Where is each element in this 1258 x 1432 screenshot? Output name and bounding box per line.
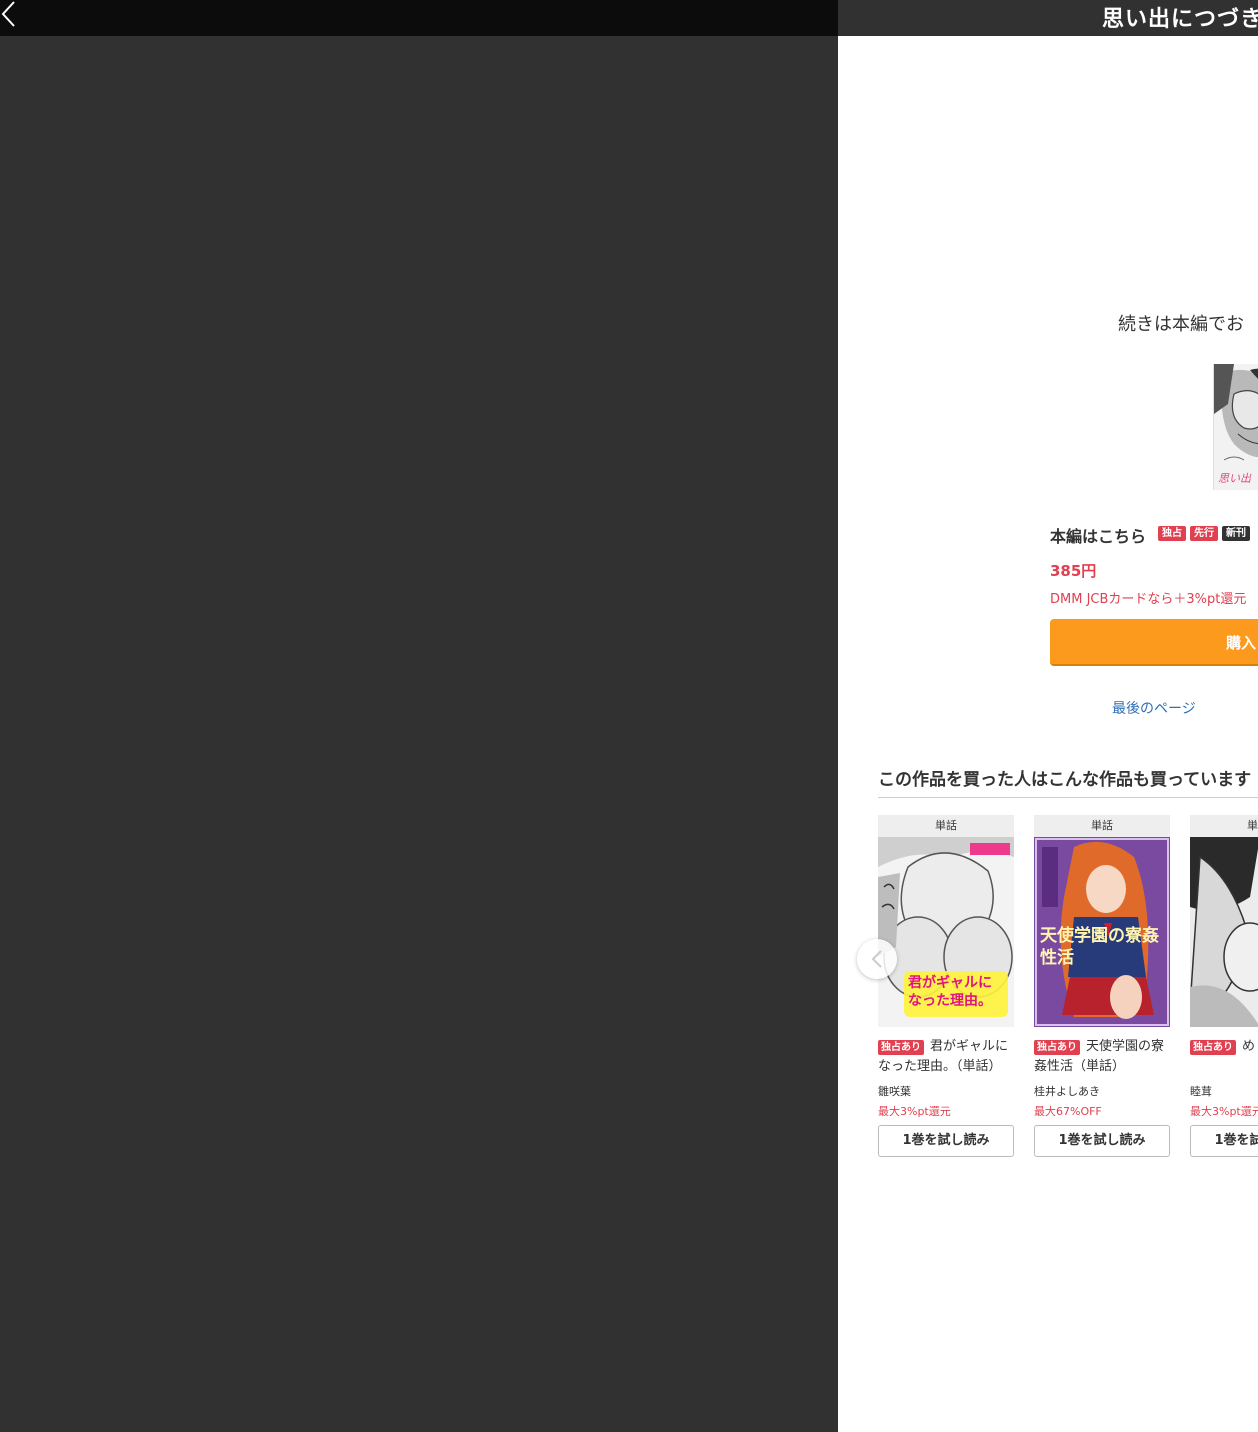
card-cover-title: 天使学園の寮姦性活	[1040, 926, 1159, 968]
card-promo: 最大67%OFF	[1034, 1105, 1102, 1118]
card-title[interactable]: 天使学園の寮姦性活（単話）	[1034, 1037, 1170, 1077]
last-page-link[interactable]: 最後のページ	[1112, 698, 1196, 718]
viewer-topbar	[0, 0, 838, 36]
chevron-left-icon	[871, 950, 882, 968]
continue-message: 続きは本編でお	[1118, 314, 1244, 335]
buy-button-label: 購入	[1226, 634, 1257, 652]
panel-header: 思い出につづき	[838, 0, 1258, 36]
card-author[interactable]: 雛咲葉	[878, 1083, 911, 1099]
card-cover-image[interactable]	[1190, 837, 1258, 1027]
main-label: 本編はこちら	[1050, 527, 1147, 546]
card-title[interactable]: 君がギャルになった理由。（単話）	[878, 1037, 1014, 1077]
card-cover-image[interactable]: 君がギャルになった理由。	[878, 837, 1014, 1027]
card-cover-image[interactable]: 天使学園の寮姦性活	[1034, 837, 1170, 1027]
recommend-card[interactable]: 単話 独占あり め（単話） 睦茸 最大3%pt還元 1巻を試し読み	[1190, 815, 1258, 1160]
card-promo: 最大3%pt還元	[1190, 1105, 1258, 1118]
card-author[interactable]: 桂井よしあき	[1034, 1083, 1100, 1099]
main-cover-title: 思い出	[1218, 472, 1251, 485]
card-cover-title: 君がギャルになった理由。	[908, 975, 992, 1009]
badge-exclusive: 独占	[1158, 526, 1186, 541]
carousel-prev-button[interactable]	[857, 939, 897, 979]
recommend-card[interactable]: 単話 君がギャルになった理由。 独占あり 君がギャルになった理由。（単話） 雛咲…	[878, 815, 1014, 1160]
divider	[878, 797, 1258, 798]
buy-button[interactable]: 購入	[1050, 619, 1258, 666]
card-title[interactable]: め（単話）	[1190, 1037, 1258, 1057]
jcb-promo: DMM JCBカードなら＋3%pt還元	[1050, 592, 1247, 607]
try-read-button[interactable]: 1巻を試し読み	[878, 1125, 1014, 1157]
viewer-page-area	[0, 36, 838, 1432]
recommend-card[interactable]: 単話 天使学園の寮姦性活 独占あり 天使学園の寮姦性活（単話） 桂井よしあき 最…	[1034, 815, 1170, 1160]
try-read-button[interactable]: 1巻を試し読み	[1190, 1125, 1258, 1157]
chevron-left-icon	[1, 1, 15, 27]
card-tag: 単話	[878, 815, 1014, 837]
badge-new: 新刊	[1222, 526, 1250, 541]
try-read-button[interactable]: 1巻を試し読み	[1034, 1125, 1170, 1157]
card-tag: 単話	[1190, 815, 1258, 837]
card-promo: 最大3%pt還元	[878, 1105, 951, 1118]
card-tag: 単話	[1034, 815, 1170, 837]
recommend-heading: この作品を買った人はこんな作品も買っています	[878, 770, 1252, 790]
price: 385円	[1050, 562, 1097, 580]
card-author[interactable]: 睦茸	[1190, 1083, 1212, 1099]
end-page-panel: 思い出につづき 続きは本編でお 思い出 本編はこちら 独占 先行 新刊 385円…	[838, 0, 1258, 1432]
back-button[interactable]	[0, 0, 24, 32]
main-cover-image[interactable]: 思い出	[1213, 364, 1258, 490]
page-title: 思い出につづき	[1102, 7, 1258, 32]
badge-preview: 先行	[1190, 526, 1218, 541]
